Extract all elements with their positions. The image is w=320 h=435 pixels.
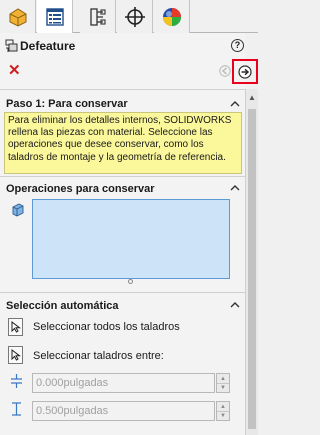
help-icon: ? — [234, 40, 241, 50]
keep-features-title: Operaciones para conservar — [6, 183, 155, 195]
cursor-icon — [11, 321, 21, 333]
help-button[interactable]: ? — [231, 39, 244, 52]
close-icon: ✕ — [8, 62, 21, 79]
step1-message: Para eliminar los detalles internos, SOL… — [4, 112, 242, 174]
spin-down-icon[interactable]: ▼ — [217, 383, 229, 392]
configurationmanager-tab[interactable] — [80, 0, 116, 33]
property-manager-header: Defeature ? ✕ — [0, 33, 258, 89]
min-diameter-icon — [11, 374, 22, 388]
chevron-up-icon[interactable] — [230, 99, 240, 109]
scroll-up-icon[interactable]: ▲ — [248, 93, 256, 102]
max-diameter-field[interactable]: 0.500pulgadas — [32, 401, 215, 421]
configuration-tree-icon — [89, 7, 106, 26]
step1-title: Paso 1: Para conservar — [6, 98, 128, 110]
min-diameter-spinner[interactable]: ▲ ▼ — [216, 373, 230, 393]
cancel-button[interactable]: ✕ — [8, 63, 21, 79]
property-list-icon — [45, 7, 64, 26]
chevron-up-icon[interactable] — [230, 183, 240, 193]
dimxpert-tab[interactable] — [117, 0, 153, 33]
page-title: Defeature — [20, 39, 76, 53]
max-diameter-spinner[interactable]: ▲ ▼ — [216, 401, 230, 421]
select-all-holes-label[interactable]: Seleccionar todos los taladros — [33, 321, 180, 333]
vertical-scrollbar[interactable]: ▲ — [245, 89, 258, 435]
select-holes-between-label[interactable]: Seleccionar taladros entre: — [33, 350, 164, 362]
featuremanager-tab[interactable] — [0, 0, 36, 33]
next-arrow-icon — [238, 64, 252, 79]
display-tab[interactable] — [154, 0, 190, 33]
chevron-up-icon[interactable] — [230, 300, 240, 310]
auto-select-title: Selección automática — [6, 300, 119, 312]
scroll-thumb[interactable] — [248, 109, 256, 429]
select-all-holes-button[interactable] — [8, 318, 23, 336]
select-holes-between-button[interactable] — [8, 346, 23, 364]
listbox-resize-handle[interactable] — [128, 279, 133, 284]
min-diameter-field[interactable]: 0.000pulgadas — [32, 373, 215, 393]
max-diameter-icon — [12, 402, 21, 416]
cursor-icon — [11, 349, 21, 361]
defeature-icon — [5, 39, 18, 52]
manager-tab-bar — [0, 0, 258, 34]
spin-up-icon[interactable]: ▲ — [217, 402, 229, 411]
spin-down-icon[interactable]: ▼ — [217, 411, 229, 420]
crosshair-icon — [124, 6, 145, 27]
appearance-sphere-icon — [162, 7, 181, 26]
back-button[interactable] — [219, 65, 231, 77]
spin-up-icon[interactable]: ▲ — [217, 374, 229, 383]
solid-body-icon — [12, 203, 24, 217]
propertymanager-tab[interactable] — [37, 0, 73, 34]
keep-features-listbox[interactable] — [32, 199, 230, 279]
part-features-icon — [9, 7, 26, 27]
next-button[interactable] — [232, 59, 258, 84]
